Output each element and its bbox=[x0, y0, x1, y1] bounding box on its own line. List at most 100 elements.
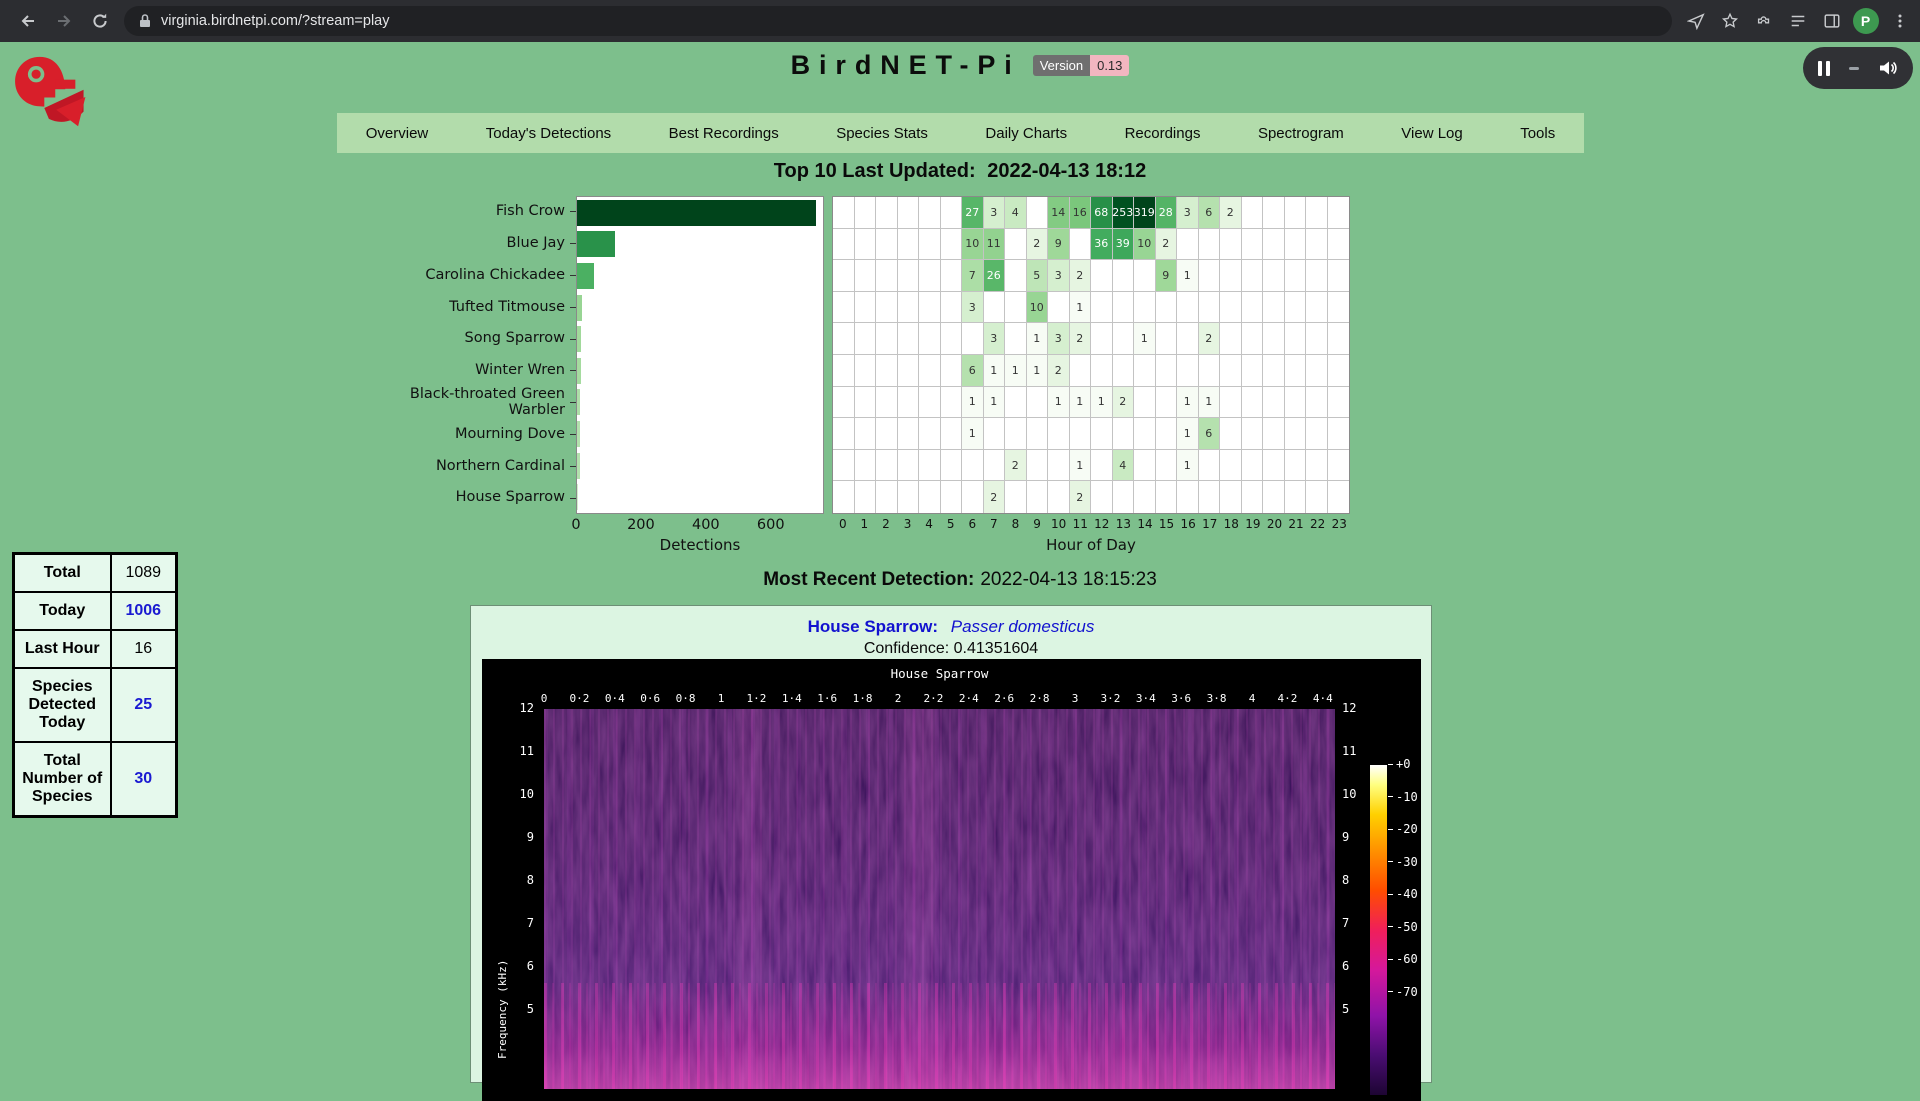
figure-axis-ticks: 0200400600 01234567891011121314151617181… bbox=[386, 514, 1350, 534]
spec-y-tick-right: 5 bbox=[1342, 1002, 1349, 1016]
nav-item-tools[interactable]: Tools bbox=[1514, 125, 1561, 142]
spec-x-tick: 2·2 bbox=[923, 692, 943, 705]
heat-cell bbox=[833, 450, 855, 482]
menu-kebab-icon[interactable] bbox=[1884, 5, 1915, 37]
forward-button[interactable] bbox=[46, 3, 82, 39]
side-panel-icon[interactable] bbox=[1816, 5, 1847, 37]
address-bar[interactable]: virginia.birdnetpi.com/?stream=play bbox=[124, 6, 1672, 36]
heat-cell bbox=[1134, 481, 1156, 513]
heat-cell: 1 bbox=[1177, 418, 1199, 450]
stat-value[interactable]: 25 bbox=[111, 668, 177, 742]
heat-cell bbox=[898, 229, 920, 261]
hour-axis-tick: 16 bbox=[1177, 517, 1199, 534]
nav-item-recordings[interactable]: Recordings bbox=[1119, 125, 1207, 142]
profile-avatar[interactable]: P bbox=[1850, 5, 1881, 37]
nav-item-spectrogram[interactable]: Spectrogram bbox=[1252, 125, 1350, 142]
heat-cell: 2 bbox=[1220, 197, 1242, 229]
spec-x-tick: 3·4 bbox=[1136, 692, 1156, 705]
detection-species-link[interactable]: House Sparrow: bbox=[808, 617, 938, 636]
nav-item-daily-charts[interactable]: Daily Charts bbox=[979, 125, 1073, 142]
hour-axis-tick: 18 bbox=[1221, 517, 1243, 534]
detection-scientific-name[interactable]: Passer domesticus bbox=[951, 617, 1095, 636]
stat-value[interactable]: 1006 bbox=[111, 592, 177, 630]
stat-value[interactable]: 30 bbox=[111, 742, 177, 817]
spec-y-tick-right: 11 bbox=[1342, 744, 1356, 758]
nav-item-view-log[interactable]: View Log bbox=[1395, 125, 1468, 142]
heat-cell bbox=[919, 355, 941, 387]
heat-cell bbox=[962, 450, 984, 482]
heat-cell bbox=[1177, 323, 1199, 355]
spec-x-tick: 2·4 bbox=[959, 692, 979, 705]
heat-cell bbox=[1242, 229, 1264, 261]
audio-player[interactable] bbox=[1803, 47, 1913, 89]
back-arrow-icon bbox=[19, 12, 37, 30]
heat-cell bbox=[1285, 481, 1307, 513]
heat-cell bbox=[919, 418, 941, 450]
detections-bar-plot bbox=[576, 196, 824, 514]
heat-cell bbox=[1285, 260, 1307, 292]
heat-cell bbox=[1091, 481, 1113, 513]
heat-cell bbox=[919, 260, 941, 292]
heat-cell bbox=[1048, 481, 1070, 513]
nav-item-best-recordings[interactable]: Best Recordings bbox=[663, 125, 785, 142]
reload-button[interactable] bbox=[82, 3, 118, 39]
back-button[interactable] bbox=[10, 3, 46, 39]
nav-item-overview[interactable]: Overview bbox=[360, 125, 435, 142]
hour-axis-tick: 9 bbox=[1026, 517, 1048, 534]
heat-cell bbox=[876, 229, 898, 261]
hour-axis-tick: 10 bbox=[1048, 517, 1070, 534]
nav-item-today-s-detections[interactable]: Today's Detections bbox=[480, 125, 617, 142]
toolbar-right-icons: P bbox=[1680, 5, 1915, 37]
heat-cell bbox=[1091, 260, 1113, 292]
heat-cell bbox=[1220, 292, 1242, 324]
heat-cell bbox=[1005, 418, 1027, 450]
heat-cell bbox=[1263, 387, 1285, 419]
heat-cell bbox=[898, 323, 920, 355]
heat-cell: 27 bbox=[962, 197, 984, 229]
bookmark-star-icon[interactable] bbox=[1714, 5, 1745, 37]
extensions-icon[interactable] bbox=[1748, 5, 1779, 37]
heat-cell: 6 bbox=[1199, 197, 1221, 229]
heat-cell: 10 bbox=[1134, 229, 1156, 261]
list-lines-icon bbox=[1789, 12, 1807, 30]
reading-list-icon[interactable] bbox=[1782, 5, 1813, 37]
detection-bar bbox=[577, 263, 594, 289]
spec-x-tick: 1 bbox=[718, 692, 725, 705]
heat-cell bbox=[876, 387, 898, 419]
heat-cell bbox=[833, 418, 855, 450]
stat-label: Last Hour bbox=[14, 630, 111, 668]
volume-icon[interactable] bbox=[1878, 59, 1898, 77]
bar-row bbox=[577, 450, 823, 482]
top10-heading: Top 10 Last Updated: 2022-04-13 18:12 bbox=[0, 160, 1920, 183]
heat-cell: 68 bbox=[1091, 197, 1113, 229]
heat-cell bbox=[1156, 387, 1178, 419]
pause-button[interactable] bbox=[1818, 61, 1830, 76]
heat-cell bbox=[941, 323, 963, 355]
nav-item-species-stats[interactable]: Species Stats bbox=[830, 125, 934, 142]
spec-y-tick-right: 10 bbox=[1342, 787, 1356, 801]
heat-cell: 14 bbox=[1048, 197, 1070, 229]
heat-cell bbox=[1285, 450, 1307, 482]
spec-x-tick: 2·8 bbox=[1030, 692, 1050, 705]
hour-axis-tick: 6 bbox=[962, 517, 984, 534]
spec-x-tick: 1·4 bbox=[782, 692, 802, 705]
heat-cell bbox=[1177, 481, 1199, 513]
share-icon[interactable] bbox=[1680, 5, 1711, 37]
stats-row: Total Number of Species30 bbox=[14, 742, 177, 817]
heat-cell: 1 bbox=[1005, 355, 1027, 387]
heat-cell bbox=[833, 481, 855, 513]
detection-title: House Sparrow: Passer domesticus bbox=[471, 617, 1431, 637]
colorbar-tick: -60 bbox=[1388, 952, 1418, 966]
heat-cell bbox=[1242, 387, 1264, 419]
detection-bar bbox=[577, 295, 582, 321]
heat-cell bbox=[855, 229, 877, 261]
heat-cell bbox=[855, 292, 877, 324]
hour-axis-tick: 4 bbox=[918, 517, 940, 534]
species-name: Black-throated Green Warbler bbox=[405, 387, 565, 418]
colorbar-tick: -40 bbox=[1388, 887, 1418, 901]
heat-cell bbox=[833, 355, 855, 387]
heat-cell bbox=[1263, 450, 1285, 482]
audio-scrubber[interactable] bbox=[1849, 67, 1859, 70]
heat-cell bbox=[941, 197, 963, 229]
detection-bar bbox=[577, 200, 816, 226]
